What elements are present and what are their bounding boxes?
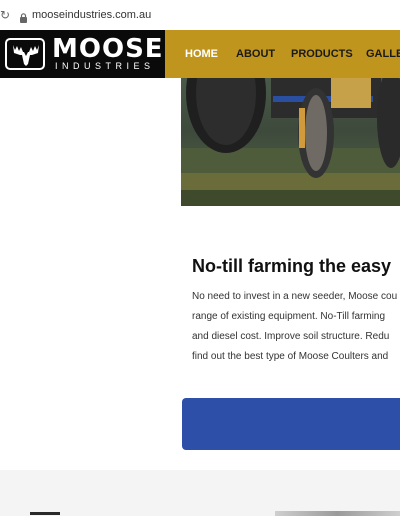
paragraph-line: No need to invest in a new seeder, Moose… [192,291,398,302]
url-text[interactable]: mooseindustries.com.au [32,8,151,22]
logo-subtitle: INDUSTRIES [55,61,155,71]
intro-paragraph: No need to invest in a new seeder, Moose… [192,287,400,367]
paragraph-line: range of existing equipment. No-Till far… [192,311,386,322]
gallery-thumbnail[interactable] [275,511,400,516]
moose-logo-icon [5,38,45,70]
cta-button[interactable] [182,398,400,450]
browser-address-bar[interactable]: ↻ mooseindustries.com.au [0,0,400,31]
section-heading: No-till farming the easy [192,256,392,276]
footer-heading-mark [30,512,60,515]
nav-gallery[interactable]: GALLE [366,47,400,61]
logo-wordmark: MOOSE [52,34,164,64]
footer-band [0,470,400,516]
lock-icon [19,10,28,23]
paragraph-line: and diesel cost. Improve soil structure.… [192,331,390,342]
nav-products[interactable]: PRODUCTS [291,47,353,61]
hero-image [181,78,400,206]
nav-about[interactable]: ABOUT [236,47,275,61]
site-header: MOOSE INDUSTRIES HOME ABOUT PRODUCTS GAL… [0,30,400,78]
reload-icon[interactable]: ↻ [0,8,10,22]
logo[interactable]: MOOSE INDUSTRIES [0,30,165,78]
paragraph-line: find out the best type of Moose Coulters… [192,351,389,362]
nav-home[interactable]: HOME [185,47,218,61]
